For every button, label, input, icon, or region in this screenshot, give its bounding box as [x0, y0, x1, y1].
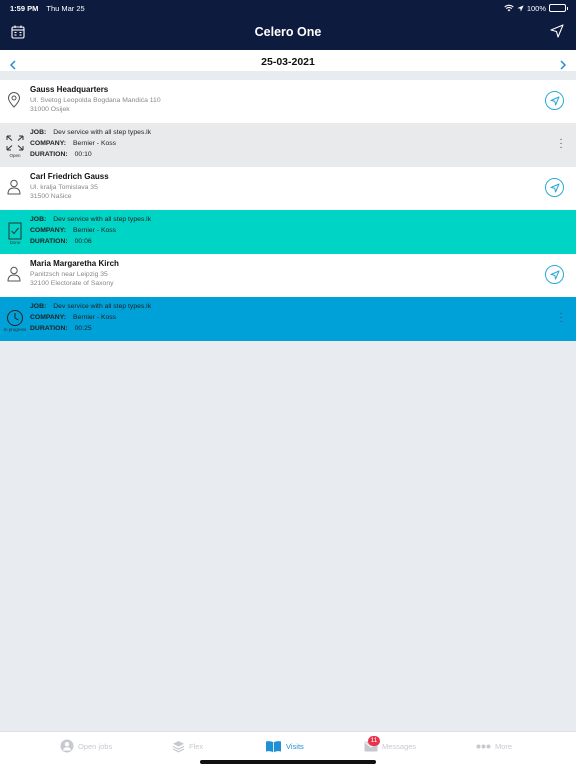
- date-navigator: 25-03-2021: [0, 50, 576, 75]
- duration-label: DURATION:: [30, 238, 68, 245]
- battery-icon: [549, 4, 568, 12]
- location-address-line1: Ul. Svetog Leopolda Bogdana Mandića 110: [30, 97, 161, 104]
- visit-location[interactable]: Gauss Headquarters Ul. Svetog Leopolda B…: [0, 80, 576, 123]
- duration-label: DURATION:: [30, 325, 68, 332]
- more-options-icon[interactable]: · · ·: [559, 309, 563, 327]
- location-name: Maria Margaretha Kirch: [30, 259, 119, 268]
- tab-visits[interactable]: Visits: [265, 738, 304, 754]
- job-duration-row: DURATION: 00:06: [30, 238, 92, 245]
- map-pin-icon: [7, 92, 21, 113]
- job-card[interactable]: Open JOB: Dev service with all step types…: [0, 123, 576, 167]
- status-bar: 1:59 PM Thu Mar 25 100%: [0, 0, 576, 16]
- layers-icon: [172, 740, 185, 752]
- company-label: COMPANY:: [30, 314, 66, 321]
- book-icon: [266, 740, 281, 752]
- status-time: 1:59 PM: [10, 3, 39, 13]
- current-date: 25-03-2021: [261, 56, 315, 68]
- location-services-icon: [517, 4, 524, 12]
- job-name-row: JOB: Dev service with all step types.lk: [30, 303, 151, 310]
- tab-more[interactable]: More: [476, 738, 512, 754]
- app-header: Celero One: [0, 16, 576, 50]
- job-duration: 00:25: [74, 325, 92, 332]
- tab-label: Messages: [382, 741, 417, 751]
- tab-flex[interactable]: Flex: [172, 738, 203, 754]
- navigate-button[interactable]: [545, 91, 564, 110]
- job-company-row: COMPANY: Bernier - Koss: [30, 227, 116, 234]
- visit-location[interactable]: Maria Margaretha Kirch Panitzsch near Le…: [0, 254, 576, 297]
- job-duration-row: DURATION: 00:10: [30, 151, 92, 158]
- job-label: JOB:: [30, 129, 47, 136]
- dots-icon: [476, 744, 491, 748]
- job-status-label: Done: [9, 240, 21, 245]
- unread-badge: 11: [368, 735, 380, 746]
- tab-label: More: [495, 741, 513, 751]
- job-duration: 00:10: [74, 151, 92, 158]
- tab-label: Flex: [189, 741, 204, 751]
- location-address-line2: 32100 Electorate of Saxony: [30, 280, 114, 287]
- more-options-icon[interactable]: · · ·: [559, 135, 563, 153]
- job-name: Dev service with all step types.lk: [53, 303, 152, 310]
- envelope-icon-wrapper: 11: [364, 735, 380, 752]
- person-icon: [7, 179, 21, 200]
- job-status-label: Open: [9, 153, 21, 158]
- company-label: COMPANY:: [30, 227, 66, 234]
- job-name-row: JOB: Dev service with all step types.lk: [30, 129, 151, 136]
- job-name: Dev service with all step types.lk: [53, 129, 152, 136]
- location-arrow-icon[interactable]: [550, 24, 564, 43]
- job-company-row: COMPANY: Bernier - Koss: [30, 314, 116, 321]
- job-name: Dev service with all step types.lk: [53, 216, 152, 223]
- navigation-arrow-icon: [550, 183, 559, 192]
- job-company: Bernier - Koss: [73, 140, 117, 147]
- navigate-button[interactable]: [545, 265, 564, 284]
- company-label: COMPANY:: [30, 140, 66, 147]
- job-company-row: COMPANY: Bernier - Koss: [30, 140, 116, 147]
- tab-messages[interactable]: 11 Messages: [364, 735, 417, 754]
- home-indicator[interactable]: [200, 760, 376, 764]
- location-address-line2: 31500 Našice: [30, 193, 72, 200]
- job-card[interactable]: In progress JOB: Dev service with all ste…: [0, 297, 576, 341]
- wifi-icon: [504, 4, 514, 12]
- tab-label: Visits: [286, 741, 304, 751]
- job-company: Bernier - Koss: [73, 227, 117, 234]
- job-duration: 00:06: [74, 238, 92, 245]
- battery-percent: 100%: [526, 3, 546, 13]
- navigation-arrow-icon: [550, 270, 559, 279]
- location-address-line1: Ul. kralja Tomislava 35: [30, 184, 98, 191]
- status-indicators: 100%: [504, 3, 568, 13]
- status-date: Thu Mar 25: [46, 3, 85, 13]
- tab-label: Open jobs: [78, 741, 113, 751]
- job-duration-row: DURATION: 00:25: [30, 325, 92, 332]
- visit-location[interactable]: Carl Friedrich Gauss Ul. kralja Tomislav…: [0, 167, 576, 210]
- location-name: Carl Friedrich Gauss: [30, 172, 109, 181]
- job-name-row: JOB: Dev service with all step types.lk: [30, 216, 151, 223]
- duration-label: DURATION:: [30, 151, 68, 158]
- navigation-arrow-icon: [550, 96, 559, 105]
- visits-list: Gauss Headquarters Ul. Svetog Leopolda B…: [0, 80, 576, 341]
- location-address-line1: Panitzsch near Leipzig 35: [30, 271, 108, 278]
- job-company: Bernier - Koss: [73, 314, 117, 321]
- navigate-button[interactable]: [545, 178, 564, 197]
- app-title: Celero One: [254, 25, 322, 39]
- tab-open-jobs[interactable]: Open jobs: [60, 738, 112, 754]
- location-address-line2: 31000 Osijek: [30, 106, 70, 113]
- person-circle-icon: [60, 739, 74, 753]
- job-label: JOB:: [30, 216, 47, 223]
- chevron-right-icon[interactable]: [559, 57, 567, 75]
- job-status-label: In progress: [3, 327, 27, 332]
- job-card[interactable]: Done JOB: Dev service with all step types…: [0, 210, 576, 254]
- person-icon: [7, 266, 21, 287]
- job-label: JOB:: [30, 303, 47, 310]
- location-name: Gauss Headquarters: [30, 85, 109, 94]
